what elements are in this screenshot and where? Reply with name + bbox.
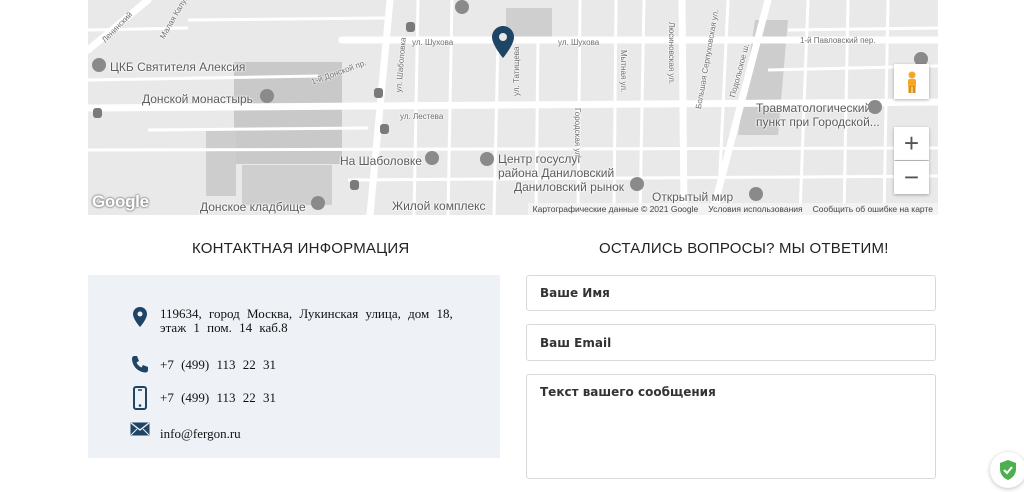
phone-text[interactable]: +7 (499) 113 22 31 bbox=[160, 358, 276, 372]
map-label-ckb: ЦКБ Святителя Алексия bbox=[110, 60, 246, 74]
map-label-zhiloy-kompleks: Жилой комплекс bbox=[392, 199, 486, 213]
terms-link[interactable]: Условия использования bbox=[708, 204, 802, 214]
map-label-gosuslugi-2: района Даниловский bbox=[498, 166, 615, 180]
cemetery-poi-icon[interactable] bbox=[311, 196, 325, 210]
address-row: 119634, город Москва, Лукинская улица, д… bbox=[130, 307, 453, 335]
address-line-2: этаж 1 пом. 14 каб.8 bbox=[160, 320, 288, 335]
map-label-donskoy-monastery: Донской монастырь bbox=[142, 92, 253, 106]
map-marker-icon[interactable] bbox=[492, 26, 514, 58]
location-pin-icon bbox=[130, 307, 150, 329]
shield-check-icon[interactable] bbox=[990, 452, 1024, 488]
shopping-poi-icon[interactable] bbox=[425, 151, 439, 165]
school-poi-icon[interactable] bbox=[93, 108, 102, 118]
name-input[interactable] bbox=[526, 275, 936, 311]
map[interactable]: Ленинский Малая Калужская ул. ЦКБ Святит… bbox=[88, 0, 938, 215]
message-textarea[interactable] bbox=[526, 374, 936, 479]
contact-info-box: 119634, город Москва, Лукинская улица, д… bbox=[88, 275, 500, 458]
map-label-lusinovskaya: Люсиновская ул. bbox=[667, 22, 676, 85]
map-data-credit: Картографические данные © 2021 Google bbox=[532, 204, 699, 214]
map-attribution: Картографические данные © 2021 Google Ус… bbox=[527, 203, 938, 215]
mobile-text[interactable]: +7 (499) 113 22 31 bbox=[160, 391, 276, 405]
school-poi-icon[interactable] bbox=[374, 88, 383, 98]
store-poi-icon[interactable] bbox=[749, 187, 763, 201]
government-poi-icon[interactable] bbox=[480, 152, 494, 166]
map-label-shukhova-1: ул. Шухова bbox=[412, 38, 454, 47]
mobile-phone-icon bbox=[130, 386, 150, 410]
google-logo[interactable]: Google bbox=[92, 192, 149, 212]
pegman-icon[interactable] bbox=[894, 64, 929, 99]
school-poi-icon[interactable] bbox=[380, 124, 389, 134]
hospital-poi-icon[interactable] bbox=[92, 58, 106, 72]
map-label-pavlovsky: 1-й Павловский пер. bbox=[800, 36, 876, 45]
envelope-icon bbox=[130, 422, 150, 444]
map-label-trauma-1: Травматологический bbox=[756, 101, 872, 115]
address-line-1: 119634, город Москва, Лукинская улица, д… bbox=[160, 306, 453, 321]
medical-poi-icon[interactable] bbox=[868, 100, 882, 114]
form-section-title: ОСТАЛИСЬ ВОПРОСЫ? МЫ ОТВЕТИМ! bbox=[599, 240, 889, 257]
map-label-danilovsky-market: Даниловский рынок bbox=[514, 180, 625, 194]
phone-icon bbox=[130, 355, 150, 377]
church-poi-icon[interactable] bbox=[260, 89, 274, 103]
email-text[interactable]: info@fergon.ru bbox=[160, 427, 241, 441]
report-error-link[interactable]: Сообщить об ошибке на карте bbox=[813, 204, 933, 214]
phone-row: +7 (499) 113 22 31 bbox=[130, 355, 276, 377]
email-input[interactable] bbox=[526, 324, 936, 361]
map-label-shukhova-2: ул. Шухова bbox=[558, 38, 600, 47]
map-label-trauma-2: пункт при Городской... bbox=[756, 115, 880, 129]
map-label-mytnaya: Мытная ул. bbox=[619, 50, 628, 93]
market-poi-icon[interactable] bbox=[630, 177, 644, 191]
zoom-out-button[interactable]: − bbox=[894, 161, 929, 194]
email-row: info@fergon.ru bbox=[130, 422, 241, 444]
map-label-otkryty-mir: Открытый мир bbox=[652, 190, 734, 204]
mobile-row: +7 (499) 113 22 31 bbox=[130, 386, 276, 410]
map-label-lesteva: ул. Лестева bbox=[400, 112, 444, 121]
map-label-na-shabolovke: На Шаболовке bbox=[340, 154, 422, 168]
landmark-poi-icon[interactable] bbox=[455, 0, 469, 14]
school-poi-icon[interactable] bbox=[350, 180, 359, 190]
map-label-donskoy-cemetery: Донское кладбище bbox=[200, 200, 306, 214]
school-poi-icon[interactable] bbox=[406, 22, 415, 32]
map-label-gosuslugi-1: Центр госуслуг bbox=[498, 152, 582, 166]
contact-section-title: КОНТАКТНАЯ ИНФОРМАЦИЯ bbox=[192, 240, 410, 257]
zoom-in-button[interactable]: + bbox=[894, 127, 929, 160]
map-label-gorodskaya: Городская ул. bbox=[573, 108, 582, 160]
